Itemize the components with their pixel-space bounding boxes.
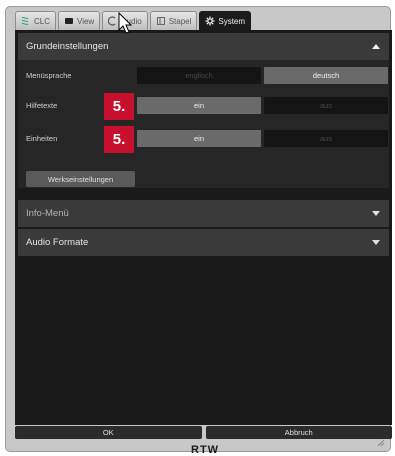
section-info-title: Info-Menü (26, 208, 69, 219)
tab-system[interactable]: System (199, 11, 252, 30)
expand-icon (372, 240, 380, 245)
option-englisch[interactable]: englisch (137, 67, 261, 84)
option-deutsch[interactable]: deutsch (264, 67, 388, 84)
section-audio-title: Audio Formate (26, 237, 89, 248)
row-label-units: Einheiten (26, 134, 58, 143)
mouse-cursor-icon (118, 12, 133, 34)
tab-clc[interactable]: CLC (15, 11, 57, 30)
section-audio-header[interactable]: Audio Formate (18, 229, 389, 256)
row-label-helptexts: Hilfetexte (26, 101, 58, 110)
system-panel: Grundeinstellungen Menüsprache englisch … (15, 30, 392, 425)
brand-logo: RTW (191, 444, 220, 456)
tab-stapel[interactable]: Stapel (149, 11, 198, 30)
cancel-button[interactable]: Abbruch (205, 426, 392, 439)
option-helptexts-on[interactable]: ein (137, 97, 261, 114)
option-units-off[interactable]: aus (264, 130, 388, 147)
audio-icon (108, 16, 116, 26)
monitor-icon (65, 18, 74, 24)
app-window: CLC View Audio Stapel System Grundeinste… (5, 6, 392, 456)
ok-button[interactable]: OK (15, 426, 202, 439)
row-label-language: Menüsprache (26, 71, 72, 80)
callout-badge: 5. (104, 93, 134, 120)
factory-settings-button[interactable]: Werkseinstellungen (26, 171, 135, 187)
option-units-on[interactable]: ein (137, 130, 261, 147)
collapse-icon (372, 44, 380, 49)
stack-icon (156, 17, 165, 25)
section-basic-title: Grundeinstellungen (26, 41, 109, 52)
section-basic-header[interactable]: Grundeinstellungen (18, 33, 389, 60)
section-basic-body: Menüsprache englisch deutsch Hilfetexte … (18, 60, 389, 188)
tab-system-label: System (218, 16, 246, 26)
tab-clc-label: CLC (34, 16, 51, 26)
tab-view-label: View (77, 16, 95, 26)
tab-stapel-label: Stapel (168, 16, 192, 26)
expand-icon (372, 211, 380, 216)
clc-icon (21, 16, 29, 26)
callout-badge: 5. (104, 126, 134, 153)
tab-view[interactable]: View (58, 11, 101, 30)
section-info-header[interactable]: Info-Menü (18, 200, 389, 227)
resize-grip-icon[interactable] (375, 437, 385, 447)
gear-icon (205, 16, 215, 26)
dialog-footer: OK Abbruch (15, 426, 392, 439)
option-helptexts-off[interactable]: aus (264, 97, 388, 114)
